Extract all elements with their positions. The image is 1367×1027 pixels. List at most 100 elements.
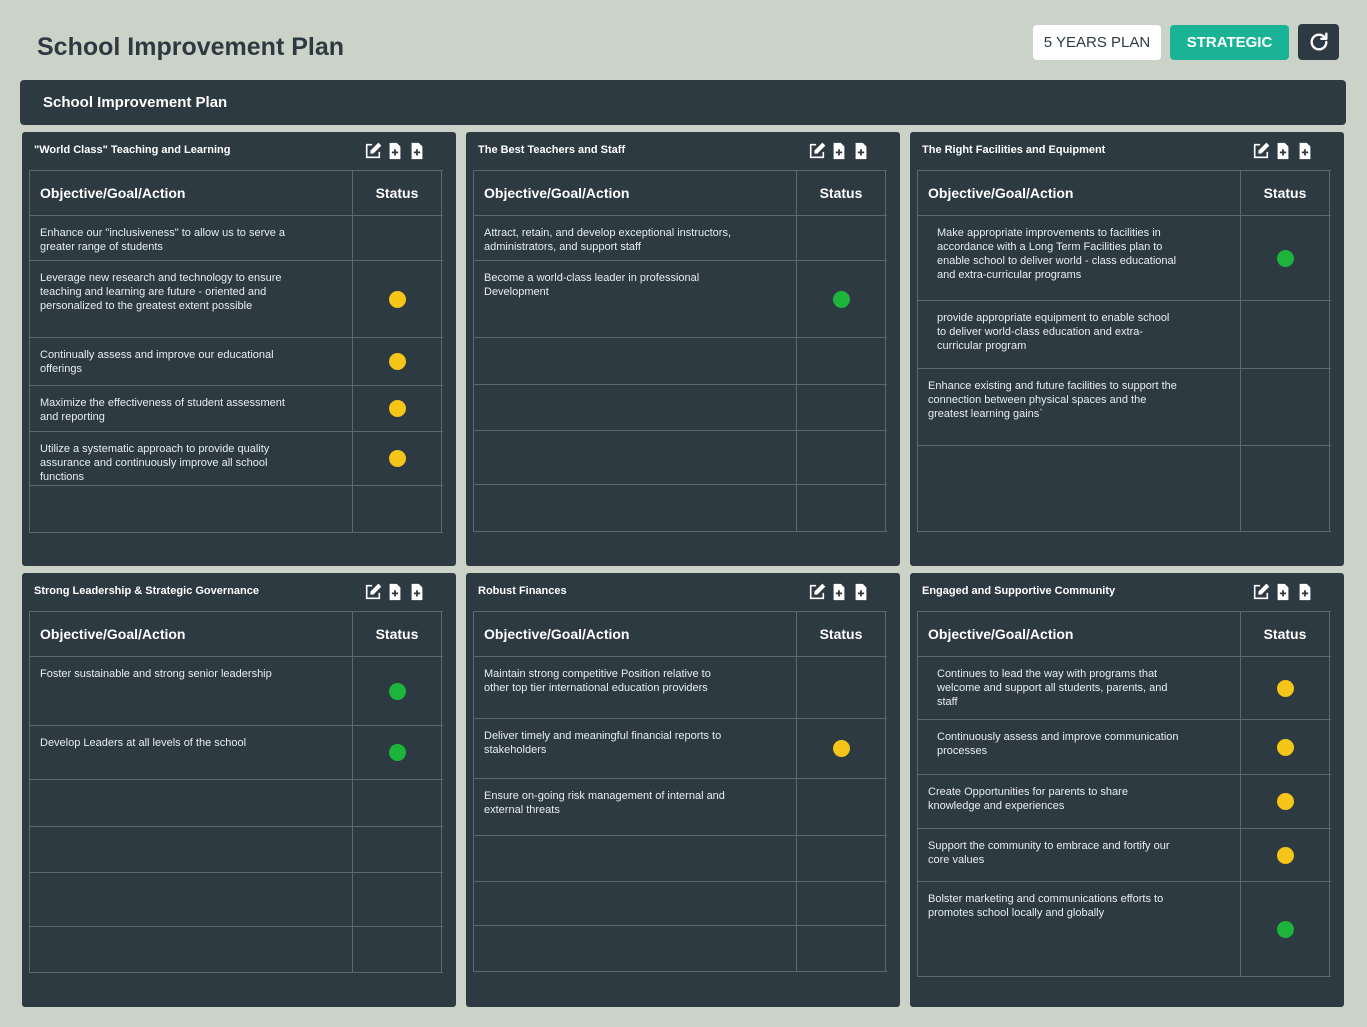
edit-icon[interactable] [364,142,382,160]
status-cell [353,657,442,725]
objective-text: Continuously assess and improve communic… [918,720,1241,774]
table-row[interactable]: Maintain strong competitive Position rel… [474,657,887,719]
objectives-table: Objective/Goal/Action Status Foster sustai… [29,611,443,973]
objective-text [30,873,353,926]
refresh-button[interactable] [1298,24,1339,60]
table-row[interactable]: Continually assess and improve our educa… [30,338,443,386]
panel-teaching-learning: "World Class" Teaching and Learning Objec… [22,132,456,566]
five-years-plan-button[interactable]: 5 YEARS PLAN [1033,25,1161,60]
table-row[interactable]: Deliver timely and meaningful financial … [474,719,887,779]
add-file-icon[interactable] [830,142,848,160]
status-cell [353,432,442,485]
add-document-icon[interactable] [408,142,426,160]
objective-text: Foster sustainable and strong senior lea… [30,657,353,725]
table-row[interactable] [474,431,887,485]
table-row[interactable]: Ensure on-going risk management of inter… [474,779,887,836]
objective-column-header: Objective/Goal/Action [918,612,1241,656]
table-row[interactable] [474,836,887,882]
objectives-table: Objective/Goal/Action Status Enhance our "… [29,170,443,533]
table-row[interactable] [30,927,443,973]
objective-text: Maximize the effectiveness of student as… [30,386,353,431]
table-row[interactable]: Continuously assess and improve communic… [918,720,1331,775]
status-green-dot [388,682,406,700]
table-row[interactable]: Bolster marketing and communications eff… [918,882,1331,977]
objective-text: Deliver timely and meaningful financial … [474,719,797,778]
objectives-table: Objective/Goal/Action Status Maintain stro… [473,611,887,972]
edit-icon[interactable] [808,583,826,601]
section-banner: School Improvement Plan [20,80,1346,125]
table-row[interactable]: Utilize a systematic approach to provide… [30,432,443,486]
edit-icon[interactable] [1252,142,1270,160]
panel-teachers-staff: The Best Teachers and Staff Objective/Goa… [466,132,900,566]
status-cell [353,486,442,532]
status-cell [797,385,886,430]
table-header-row: Objective/Goal/Action Status [30,171,443,216]
table-header-row: Objective/Goal/Action Status [30,612,443,657]
objective-text [30,780,353,826]
table-row[interactable] [474,926,887,972]
edit-icon[interactable] [364,583,382,601]
table-row[interactable] [30,486,443,533]
objective-text: Continues to lead the way with programs … [918,657,1241,719]
add-document-icon[interactable] [852,142,870,160]
status-cell [1241,446,1330,531]
panel-actions [1252,583,1314,601]
status-column-header: Status [797,612,886,656]
edit-icon[interactable] [1252,583,1270,601]
objective-text: Ensure on-going risk management of inter… [474,779,797,835]
objective-text [474,338,797,384]
status-green-dot [1276,249,1294,267]
table-header-row: Objective/Goal/Action Status [474,612,887,657]
table-row[interactable]: Become a world-class leader in professio… [474,261,887,338]
status-cell [353,216,442,260]
objective-text [30,486,353,532]
table-row[interactable]: Continues to lead the way with programs … [918,657,1331,720]
table-row[interactable]: Leverage new research and technology to … [30,261,443,338]
panel-title: Engaged and Supportive Community [922,585,1116,597]
strategic-button[interactable]: STRATEGIC [1170,25,1289,60]
add-document-icon[interactable] [1296,583,1314,601]
status-cell [797,719,886,778]
add-file-icon[interactable] [1274,583,1292,601]
table-row[interactable] [918,446,1331,532]
table-row[interactable]: Attract, retain, and develop exceptional… [474,216,887,261]
table-row[interactable] [30,780,443,827]
objective-text: Bolster marketing and communications eff… [918,882,1241,976]
edit-icon[interactable] [808,142,826,160]
table-row[interactable]: Make appropriate improvements to facilit… [918,216,1331,301]
status-cell [353,338,442,385]
table-row[interactable] [30,827,443,873]
objectives-table: Objective/Goal/Action Status Make appropri… [917,170,1331,532]
table-row[interactable]: Enhance our "inclusiveness" to allow us … [30,216,443,261]
table-row[interactable]: Enhance existing and future facilities t… [918,369,1331,446]
add-document-icon[interactable] [852,583,870,601]
status-column-header: Status [353,612,442,656]
table-row[interactable]: Foster sustainable and strong senior lea… [30,657,443,726]
table-row[interactable] [474,385,887,431]
table-row[interactable]: Maximize the effectiveness of student as… [30,386,443,432]
panel-actions [808,142,870,160]
add-document-icon[interactable] [408,583,426,601]
table-row[interactable] [30,873,443,927]
add-file-icon[interactable] [830,583,848,601]
status-cell [1241,301,1330,368]
table-row[interactable] [474,485,887,532]
status-cell [1241,720,1330,774]
status-column-header: Status [1241,612,1330,656]
add-file-icon[interactable] [386,583,404,601]
table-row[interactable]: provide appropriate equipment to enable … [918,301,1331,369]
panel-title: Robust Finances [478,585,567,597]
objective-text [474,431,797,484]
add-file-icon[interactable] [386,142,404,160]
status-cell [1241,657,1330,719]
table-row[interactable]: Develop Leaders at all levels of the sch… [30,726,443,780]
table-row[interactable]: Support the community to embrace and for… [918,829,1331,882]
table-row[interactable]: Create Opportunities for parents to shar… [918,775,1331,829]
add-document-icon[interactable] [1296,142,1314,160]
add-file-icon[interactable] [1274,142,1292,160]
table-row[interactable] [474,882,887,926]
table-row[interactable] [474,338,887,385]
status-column-header: Status [797,171,886,215]
panel-engaged-community: Engaged and Supportive Community Objectiv… [910,573,1344,1007]
status-yellow-dot [832,740,850,757]
